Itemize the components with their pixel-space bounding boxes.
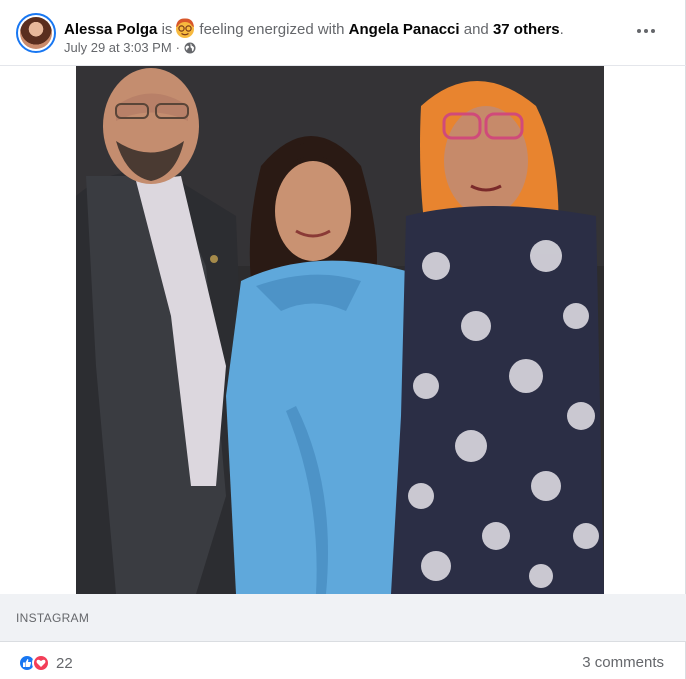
post-photo[interactable]: [76, 66, 604, 594]
feeling-emoji-icon: [176, 18, 195, 38]
post-header: Alessa Polga is feeling energized with A…: [0, 0, 686, 65]
reaction-count: 22: [56, 654, 73, 672]
photo-image: [76, 66, 604, 594]
post-card: Alessa Polga is feeling energized with A…: [0, 0, 686, 679]
avatar-image: [20, 17, 52, 49]
tagged-person-link[interactable]: Angela Panacci: [349, 21, 460, 38]
post-footer: 22 3 comments: [0, 642, 686, 679]
post-meta: July 29 at 3:03 PM ·: [64, 40, 196, 55]
connector-text: and: [463, 21, 489, 38]
author-name[interactable]: Alessa Polga: [64, 21, 157, 38]
meta-separator: ·: [175, 40, 181, 55]
more-options-icon[interactable]: [634, 22, 658, 40]
love-icon: [32, 654, 50, 672]
others-link[interactable]: 37 others: [493, 21, 560, 38]
avatar[interactable]: [16, 13, 56, 53]
verb-text: is: [161, 21, 173, 38]
globe-icon[interactable]: [184, 42, 196, 54]
feeling-text: feeling energized with: [199, 21, 345, 38]
timestamp-link[interactable]: July 29 at 3:03 PM: [64, 40, 172, 55]
end-punctuation: .: [559, 21, 564, 38]
comments-count-link[interactable]: 3 comments: [582, 654, 664, 671]
reactions-summary[interactable]: 22: [18, 654, 73, 672]
link-source-bar[interactable]: INSTAGRAM: [0, 594, 686, 642]
link-source-label: INSTAGRAM: [16, 611, 90, 625]
post-title-line: Alessa Polga is feeling energized with A…: [64, 17, 564, 40]
